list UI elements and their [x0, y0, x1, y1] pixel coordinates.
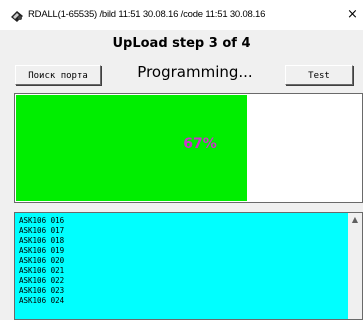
app-icon — [9, 8, 25, 24]
log-line: ASK106 017 — [19, 226, 65, 235]
title-bar: RDALL(1-65535) /bild 11:51 30.08.16 /cod… — [0, 0, 363, 30]
vertical-scrollbar[interactable]: ▲ — [348, 213, 362, 319]
log-line: ASK106 018 — [19, 236, 65, 245]
log-list[interactable]: ASK106 016 ASK106 017 ASK106 018 ASK106 019… — [14, 212, 363, 320]
window-title: RDALL(1-65535) /bild 11:51 30.08.16 /cod… — [28, 9, 266, 20]
progress-bar: 67% — [14, 93, 363, 203]
status-text: Programming... — [137, 63, 253, 81]
port-search-button[interactable]: Поиск порта — [15, 65, 101, 85]
log-line: ASK106 023 — [19, 286, 65, 295]
log-lines: ASK106 016 ASK106 017 ASK106 018 ASK106 019… — [19, 216, 64, 306]
log-line: ASK106 021 — [19, 266, 65, 275]
log-line: ASK106 020 — [19, 256, 65, 265]
step-title: UpLoad step 3 of 4 — [112, 36, 251, 51]
log-line: ASK106 016 — [19, 216, 65, 225]
progress-percent: 67% — [183, 136, 217, 152]
scroll-up-icon[interactable]: ▲ — [348, 213, 362, 227]
log-line: ASK106 022 — [19, 276, 65, 285]
test-button[interactable]: Test — [285, 65, 353, 85]
log-line: ASK106 019 — [19, 246, 65, 255]
close-icon[interactable]: × — [347, 6, 363, 24]
log-line: ASK106 024 — [19, 296, 65, 305]
